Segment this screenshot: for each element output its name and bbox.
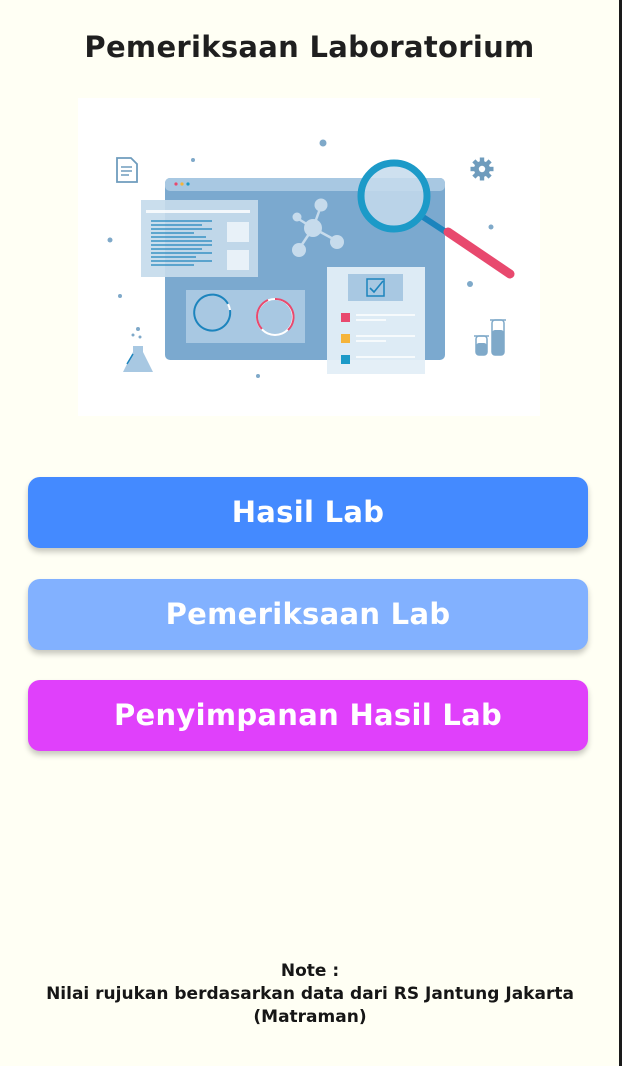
document-icon [116, 157, 138, 183]
pemeriksaan-lab-button[interactable]: Pemeriksaan Lab [28, 579, 588, 650]
penyimpanan-hasil-lab-button[interactable]: Penyimpanan Hasil Lab [28, 680, 588, 751]
test-tubes-icon [474, 319, 506, 356]
hasil-lab-button[interactable]: Hasil Lab [28, 477, 588, 548]
gear-icon [470, 157, 494, 181]
flask-icon [123, 327, 153, 372]
note-heading: Note : [280, 961, 340, 981]
page-title: Pemeriksaan Laboratorium [84, 30, 535, 64]
note-text: Nilai rujukan berdasarkan data dari RS J… [46, 984, 574, 1027]
reference-note: Note : Nilai rujukan berdasarkan data da… [40, 960, 580, 1029]
laboratory-illustration [78, 98, 540, 416]
